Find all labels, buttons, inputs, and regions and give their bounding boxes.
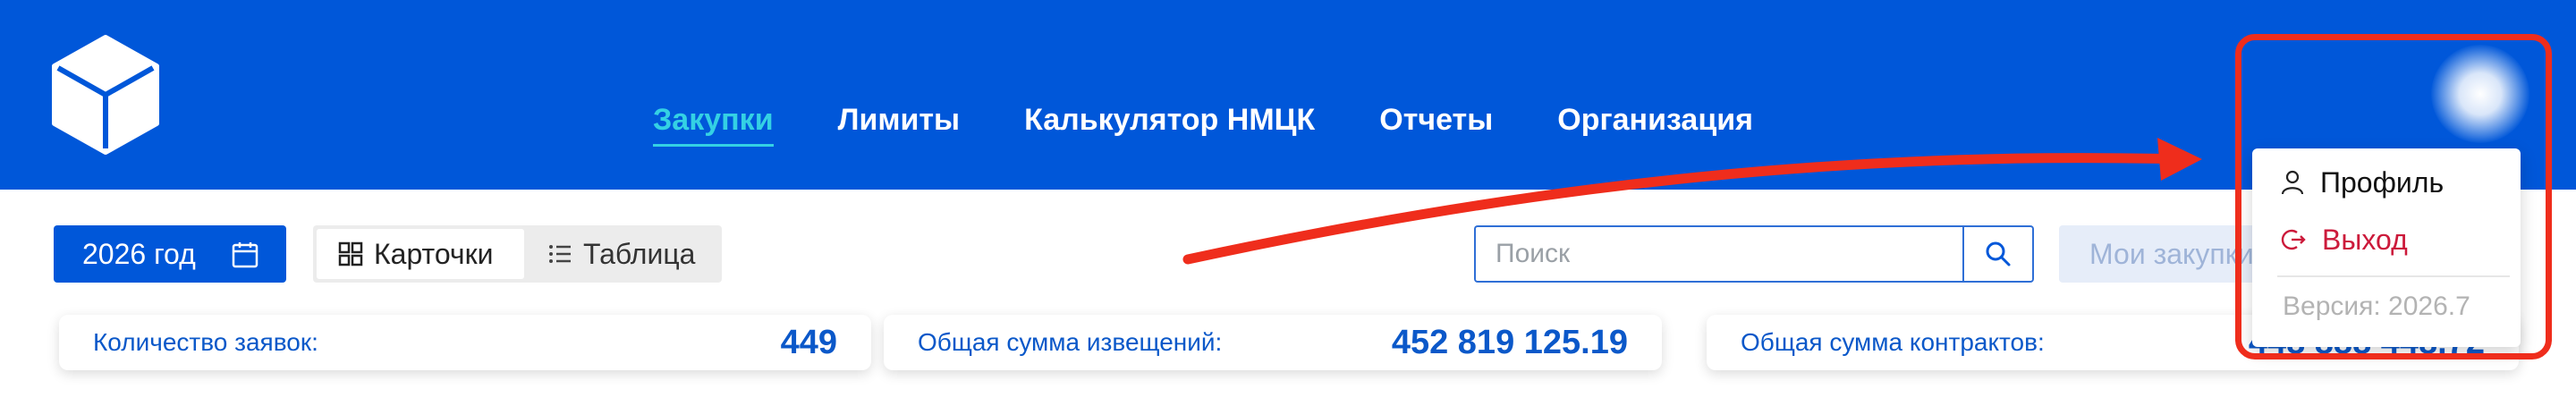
search-icon: [1986, 241, 2011, 266]
search-input[interactable]: [1474, 225, 1964, 283]
calendar-icon: [232, 242, 258, 268]
top-header: Закупки Лимиты Калькулятор НМЦК Отчеты О…: [0, 0, 2576, 190]
menu-item-label: Выход: [2322, 223, 2408, 256]
nav-limits[interactable]: Лимиты: [838, 103, 961, 138]
menu-divider: [2277, 275, 2510, 277]
view-table-button[interactable]: Таблица: [537, 229, 716, 279]
stat-value: 449: [780, 323, 837, 361]
nav-organization[interactable]: Организация: [1557, 103, 1753, 138]
cube-logo-icon[interactable]: [49, 34, 162, 156]
my-purchases-label: Мои закупки: [2089, 237, 2254, 270]
main-nav: Закупки Лимиты Калькулятор НМЦК Отчеты О…: [653, 97, 1818, 147]
year-select-button[interactable]: 2026 год: [54, 225, 286, 283]
logout-icon: [2281, 229, 2306, 250]
nav-purchases[interactable]: Закупки: [653, 103, 774, 147]
view-cards-label: Карточки: [374, 237, 494, 270]
user-dropdown-menu: Профиль Выход Версия: 2026.7: [2252, 148, 2521, 347]
grid-icon: [338, 241, 363, 266]
stat-card-requests: Количество заявок: 449: [59, 315, 871, 370]
search-button[interactable]: [1962, 225, 2034, 283]
app-root: Закупки Лимиты Калькулятор НМЦК Отчеты О…: [0, 0, 2576, 406]
stat-value: 452 819 125.19: [1391, 323, 1628, 361]
menu-item-label: Профиль: [2320, 165, 2445, 199]
user-icon: [2281, 170, 2304, 195]
my-purchases-button[interactable]: Мои закупки: [2059, 225, 2274, 283]
view-cards-button[interactable]: Карточки: [317, 229, 524, 279]
menu-item-logout[interactable]: Выход: [2281, 218, 2408, 261]
nav-nmck-calculator[interactable]: Калькулятор НМЦК: [1024, 103, 1315, 138]
version-label: Версия: 2026.7: [2283, 292, 2470, 321]
avatar[interactable]: [2431, 45, 2529, 143]
nav-reports[interactable]: Отчеты: [1379, 103, 1493, 138]
stat-label: Общая сумма контрактов:: [1741, 328, 2045, 356]
stat-card-notices-sum: Общая сумма извещений: 452 819 125.19: [884, 315, 1662, 370]
view-toggle: Карточки Таблица: [313, 225, 722, 283]
stat-label: Общая сумма извещений:: [918, 328, 1223, 356]
year-label: 2026 год: [82, 237, 196, 270]
stat-label: Количество заявок:: [93, 328, 318, 356]
view-table-label: Таблица: [583, 237, 696, 270]
menu-item-profile[interactable]: Профиль: [2281, 161, 2444, 204]
list-icon: [549, 245, 571, 263]
